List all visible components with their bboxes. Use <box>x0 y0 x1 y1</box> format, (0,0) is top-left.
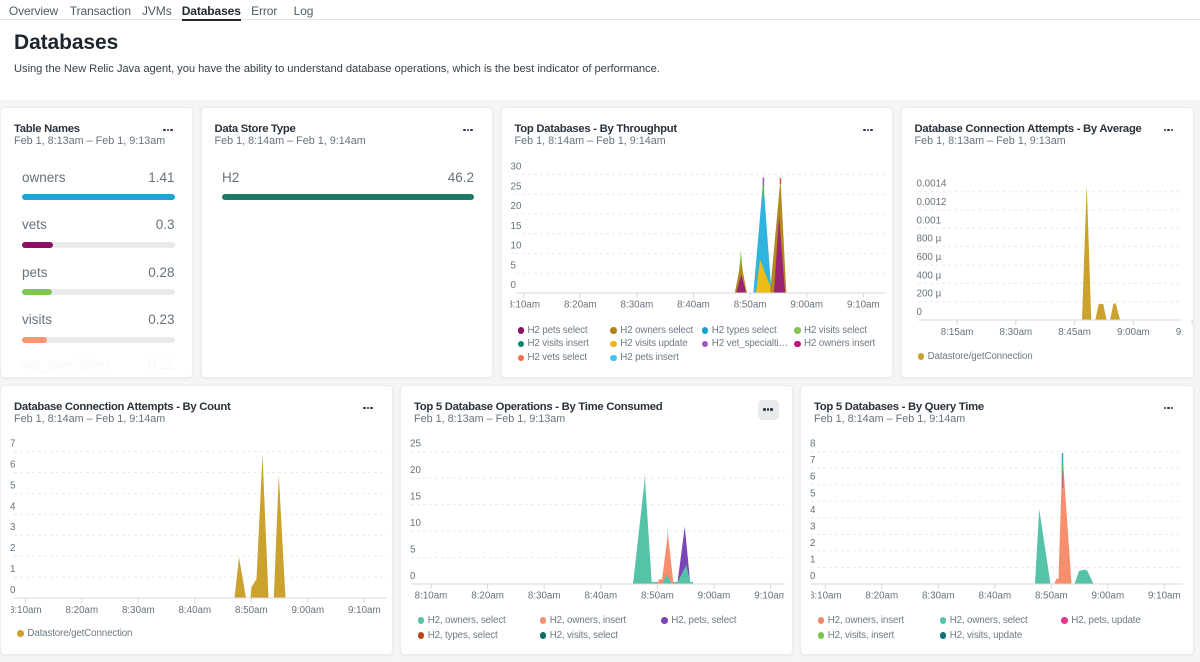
svg-text:6: 6 <box>10 459 16 470</box>
svg-text:8:50am: 8:50am <box>235 605 268 616</box>
svg-text:15: 15 <box>510 221 521 232</box>
svg-text:10: 10 <box>410 518 421 529</box>
svg-text:9:10am: 9:10am <box>1148 591 1181 602</box>
svg-text:8:40am: 8:40am <box>178 605 211 616</box>
svg-text:9:00am: 9:00am <box>291 605 324 616</box>
svg-text:5: 5 <box>10 480 16 491</box>
svg-text:8:20am: 8:20am <box>865 591 898 602</box>
svg-text:9:10am: 9:10am <box>348 605 381 616</box>
svg-text:3: 3 <box>10 522 16 533</box>
svg-text:0.0014: 0.0014 <box>916 179 947 190</box>
svg-text:20: 20 <box>510 201 521 212</box>
svg-text:8:40am: 8:40am <box>677 300 710 311</box>
svg-text:0: 0 <box>10 585 16 596</box>
svg-text:2: 2 <box>10 543 15 554</box>
svg-text:9:10am: 9:10am <box>754 591 787 602</box>
svg-text:9:00am: 9:00am <box>698 591 731 602</box>
svg-text:8:10am: 8:10am <box>507 300 540 311</box>
svg-text:5: 5 <box>410 545 416 556</box>
svg-text:200 µ: 200 µ <box>916 289 941 300</box>
svg-text:8:30am: 8:30am <box>528 591 561 602</box>
svg-text:5: 5 <box>810 488 816 499</box>
svg-text:8:30am: 8:30am <box>999 327 1032 338</box>
svg-text:8:10am: 8:10am <box>415 591 448 602</box>
svg-text:8:20am: 8:20am <box>65 605 98 616</box>
svg-text:2: 2 <box>810 538 815 549</box>
svg-text:6: 6 <box>810 472 816 483</box>
svg-text:25: 25 <box>510 181 521 192</box>
svg-text:1: 1 <box>10 564 15 575</box>
svg-text:4: 4 <box>810 505 816 516</box>
svg-text:10: 10 <box>510 241 521 252</box>
svg-text:9:00am: 9:00am <box>1091 591 1124 602</box>
svg-text:9:00am: 9:00am <box>790 300 823 311</box>
svg-text:0.001: 0.001 <box>916 215 941 226</box>
svg-text:8:20am: 8:20am <box>563 300 596 311</box>
svg-text:800 µ: 800 µ <box>916 234 941 245</box>
svg-text:8:15am: 8:15am <box>940 327 973 338</box>
svg-text:0: 0 <box>916 307 922 318</box>
svg-text:30: 30 <box>510 162 521 173</box>
svg-text:8:40am: 8:40am <box>978 591 1011 602</box>
svg-text:600 µ: 600 µ <box>916 252 941 263</box>
svg-text:1: 1 <box>810 554 815 565</box>
svg-text:20: 20 <box>410 465 421 476</box>
svg-text:0: 0 <box>810 571 816 582</box>
svg-text:8:40am: 8:40am <box>584 591 617 602</box>
svg-text:0: 0 <box>510 280 516 291</box>
svg-text:8:45am: 8:45am <box>1058 327 1091 338</box>
svg-text:8:30am: 8:30am <box>122 605 155 616</box>
svg-text:7: 7 <box>810 455 815 466</box>
svg-text:0: 0 <box>410 571 416 582</box>
svg-text:0.0012: 0.0012 <box>916 197 946 208</box>
svg-text:8: 8 <box>810 439 816 450</box>
svg-text:15: 15 <box>410 492 421 503</box>
svg-text:8:50am: 8:50am <box>733 300 766 311</box>
svg-text:8:30am: 8:30am <box>922 591 955 602</box>
svg-text:9:10am: 9:10am <box>846 300 879 311</box>
svg-text:8:50am: 8:50am <box>1035 591 1068 602</box>
svg-text:8:10am: 8:10am <box>809 591 842 602</box>
svg-text:4: 4 <box>10 501 16 512</box>
svg-text:7: 7 <box>10 439 15 450</box>
svg-text:400 µ: 400 µ <box>916 270 941 281</box>
svg-text:9:00am: 9:00am <box>1117 327 1150 338</box>
svg-text:8:50am: 8:50am <box>641 591 674 602</box>
svg-text:8:20am: 8:20am <box>471 591 504 602</box>
svg-text:25: 25 <box>410 439 421 450</box>
svg-text:8:30am: 8:30am <box>620 300 653 311</box>
svg-text:3: 3 <box>810 521 816 532</box>
svg-text:8:10am: 8:10am <box>9 605 42 616</box>
svg-text:5: 5 <box>510 260 516 271</box>
